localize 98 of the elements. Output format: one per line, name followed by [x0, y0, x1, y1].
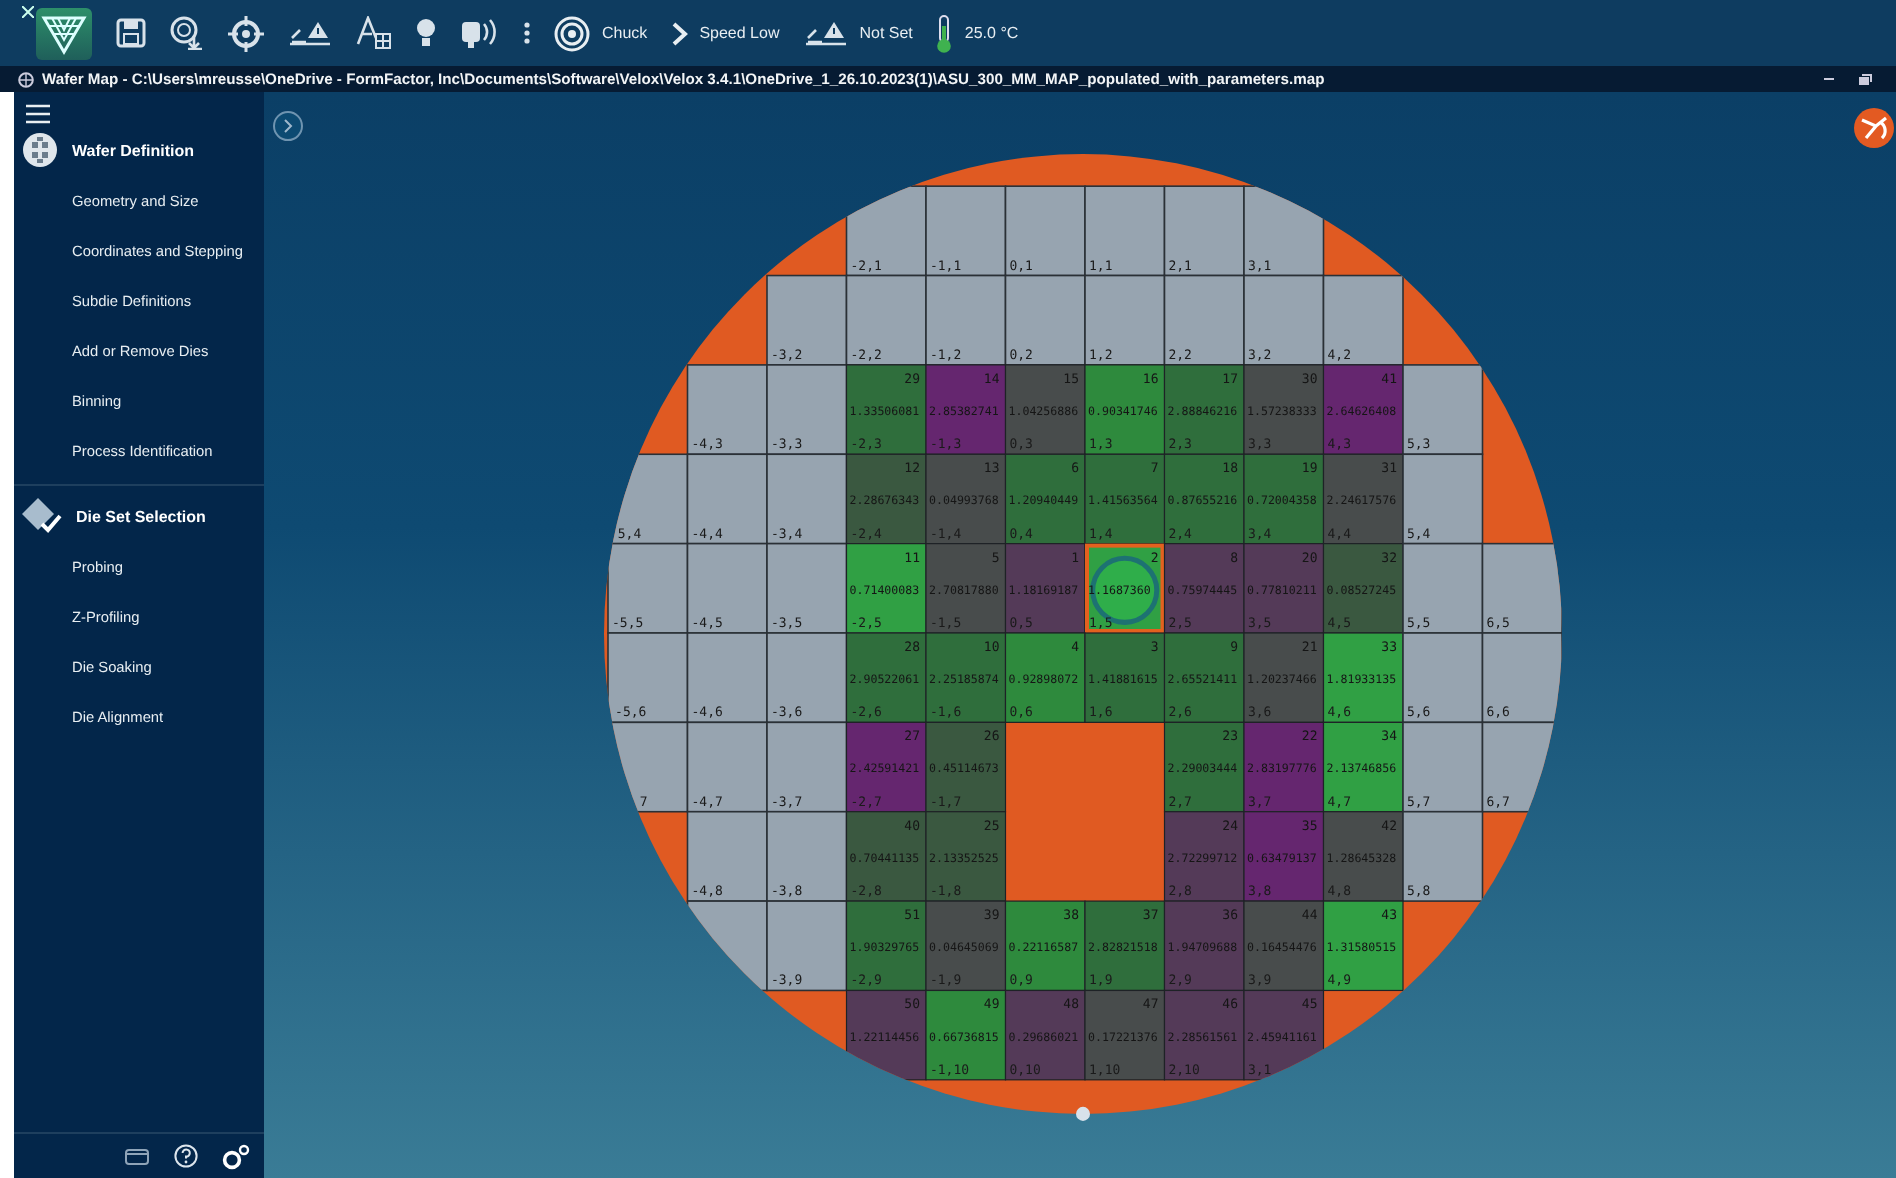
section-title[interactable]: Die Set Selection	[76, 507, 206, 525]
tool-icon[interactable]	[1854, 108, 1894, 149]
die[interactable]	[1004, 989, 1086, 1081]
die[interactable]	[686, 632, 768, 724]
die[interactable]	[607, 453, 689, 545]
die[interactable]	[1084, 632, 1166, 723]
bulb-icon[interactable]	[416, 18, 436, 48]
die[interactable]	[686, 721, 768, 813]
die[interactable]	[1402, 632, 1484, 724]
die[interactable]	[925, 274, 1007, 366]
die[interactable]	[1243, 185, 1325, 277]
die[interactable]	[1402, 810, 1484, 902]
chuck-label: Chuck	[602, 24, 648, 42]
speed-label: Speed Low	[699, 24, 780, 42]
chevron-icon[interactable]	[671, 21, 688, 45]
die[interactable]	[925, 632, 1007, 723]
die[interactable]	[1322, 632, 1404, 723]
die[interactable]	[1163, 721, 1245, 813]
die[interactable]	[845, 185, 927, 277]
font-grid-icon[interactable]	[356, 16, 392, 50]
die[interactable]	[686, 453, 768, 545]
die[interactable]	[607, 721, 689, 813]
die[interactable]	[1243, 453, 1325, 545]
minimize-icon[interactable]	[1824, 77, 1834, 81]
logo-icon[interactable]	[36, 7, 92, 59]
wafer-download-icon[interactable]	[170, 16, 204, 50]
more-icon[interactable]	[524, 22, 530, 44]
wafer-icon	[22, 132, 58, 168]
die[interactable]	[1322, 274, 1404, 366]
collapse-button[interactable]	[273, 111, 303, 142]
die[interactable]	[766, 364, 848, 456]
die[interactable]	[1322, 900, 1404, 992]
wafer-icon	[18, 71, 34, 87]
section-title[interactable]: Wafer Definition	[72, 141, 195, 159]
die[interactable]	[1243, 989, 1325, 1081]
die[interactable]	[1004, 900, 1086, 992]
die[interactable]	[1163, 364, 1245, 455]
temperature-label: 25.0 °C	[964, 24, 1019, 42]
die[interactable]	[1004, 453, 1086, 545]
die[interactable]	[845, 989, 927, 1081]
die[interactable]	[845, 543, 927, 634]
menu-icon[interactable]	[26, 104, 50, 124]
die[interactable]	[925, 900, 1007, 992]
die[interactable]	[766, 632, 848, 724]
die[interactable]	[845, 453, 927, 545]
die[interactable]	[1163, 185, 1245, 277]
die[interactable]	[845, 632, 927, 723]
die[interactable]	[845, 364, 927, 455]
restore-icon[interactable]	[1858, 73, 1872, 85]
die[interactable]	[925, 989, 1007, 1081]
die[interactable]	[1004, 274, 1086, 366]
warning-icon[interactable]	[803, 19, 848, 47]
die[interactable]	[1084, 543, 1166, 634]
die[interactable]	[766, 453, 848, 545]
card-icon[interactable]	[124, 1147, 150, 1165]
die[interactable]	[766, 810, 848, 902]
die[interactable]	[1084, 364, 1166, 455]
die[interactable]	[766, 900, 848, 992]
die[interactable]	[1163, 453, 1245, 545]
die[interactable]	[766, 274, 848, 366]
die[interactable]	[607, 632, 689, 724]
die[interactable]	[925, 185, 1007, 277]
die[interactable]	[1084, 274, 1166, 366]
die[interactable]	[607, 542, 689, 634]
die[interactable]	[766, 721, 848, 813]
die[interactable]	[1084, 453, 1166, 545]
save-icon[interactable]	[116, 18, 146, 48]
die[interactable]	[1481, 542, 1562, 634]
die[interactable]	[1004, 632, 1086, 723]
die[interactable]	[1402, 453, 1484, 545]
die[interactable]	[766, 542, 848, 634]
die[interactable]	[1084, 900, 1166, 992]
settings-icon[interactable]	[222, 1143, 250, 1169]
help-icon[interactable]	[174, 1144, 198, 1168]
die[interactable]	[1322, 721, 1404, 813]
die[interactable]	[686, 542, 768, 634]
die[interactable]	[845, 274, 927, 366]
close-icon[interactable]	[22, 6, 34, 18]
status-label: Not Set	[859, 24, 913, 42]
die[interactable]	[1084, 185, 1166, 277]
die[interactable]	[1402, 364, 1484, 456]
die[interactable]	[1402, 721, 1484, 813]
die[interactable]	[686, 364, 768, 456]
probe-icon[interactable]	[460, 17, 500, 49]
checked-die-icon	[22, 498, 62, 534]
die[interactable]	[1163, 274, 1245, 366]
wafer-notch	[1076, 1106, 1090, 1121]
die[interactable]	[686, 810, 768, 902]
die[interactable]	[1163, 632, 1245, 723]
crosshair-icon[interactable]	[228, 15, 264, 51]
warning-icon[interactable]	[288, 19, 332, 47]
die[interactable]	[1243, 274, 1325, 366]
thermometer-icon	[936, 13, 953, 53]
die[interactable]	[845, 900, 927, 992]
die[interactable]	[1402, 542, 1484, 634]
die[interactable]	[1481, 632, 1562, 724]
die[interactable]	[1004, 185, 1086, 277]
target-icon[interactable]	[554, 15, 590, 51]
